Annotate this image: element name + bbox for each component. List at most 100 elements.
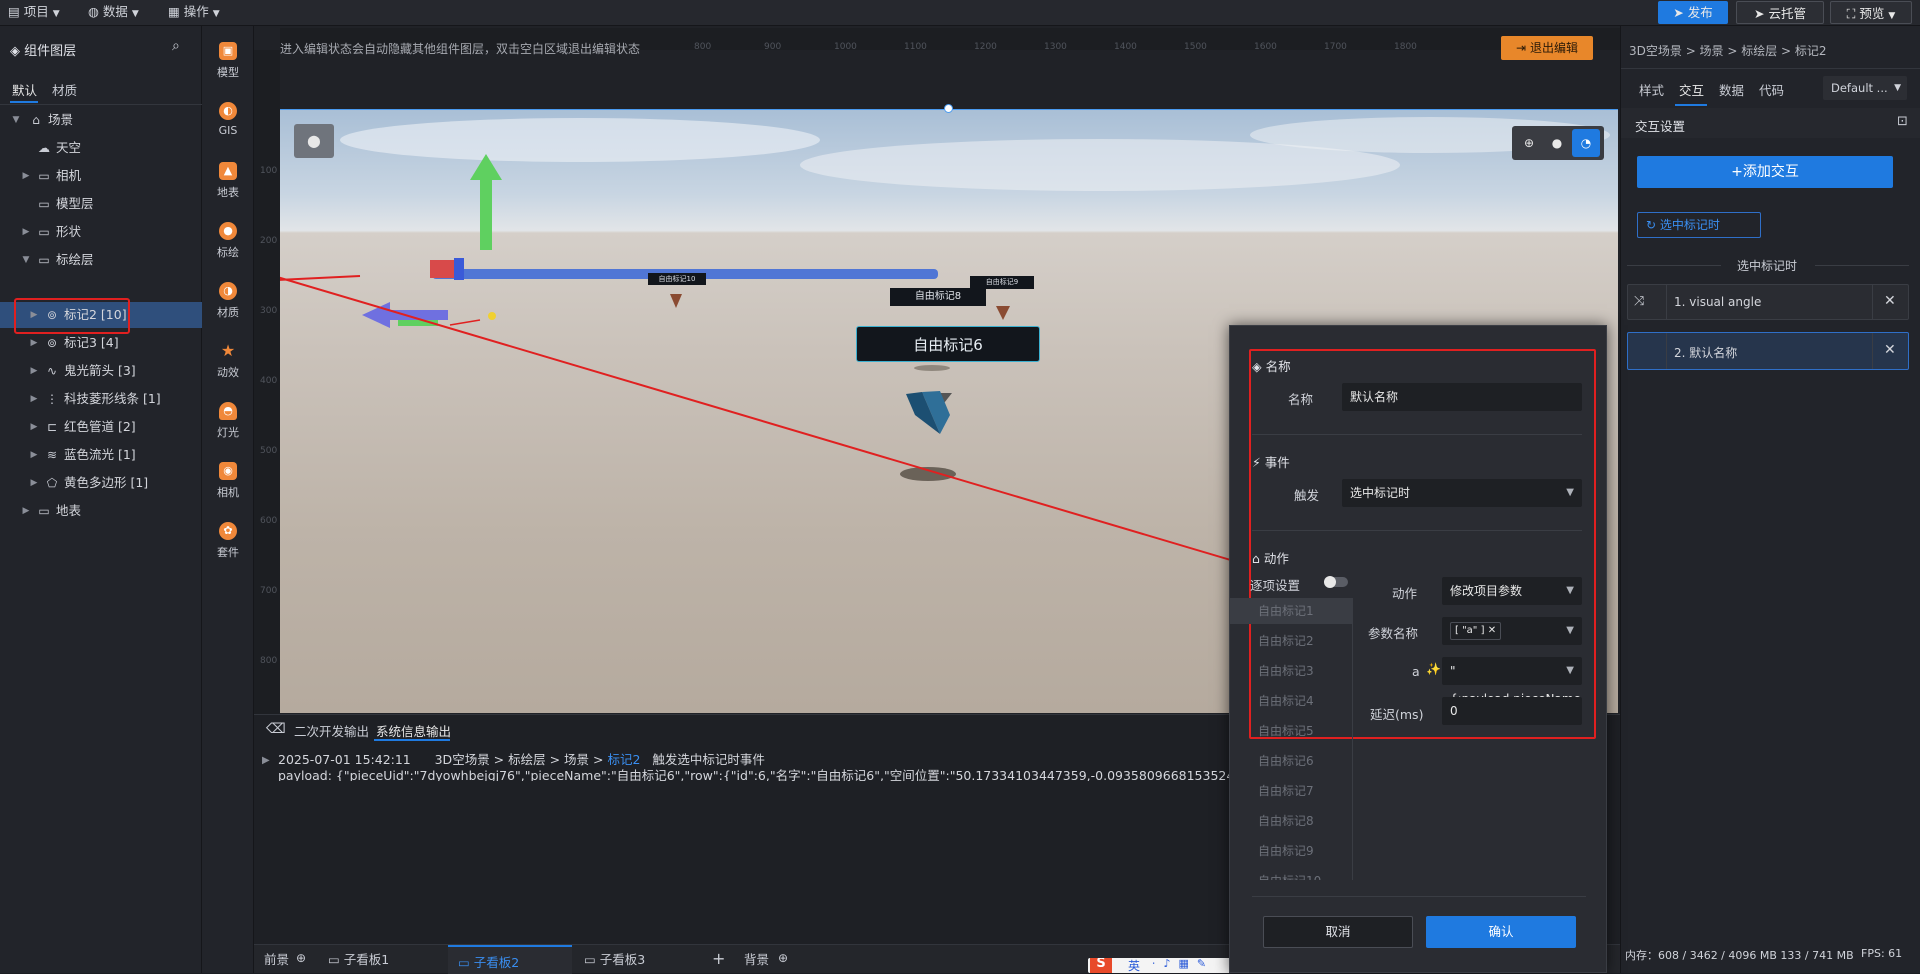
preview-button[interactable]: ⛶ 预览 ▼ — [1830, 1, 1912, 24]
console-tab-system[interactable]: 系统信息输出 — [376, 721, 451, 740]
tree-item-ghost-arrow[interactable]: ▶ ∿ 鬼光箭头 [3] — [0, 358, 202, 384]
target-item[interactable]: 自由标记8 — [1230, 808, 1330, 834]
orbit-icon[interactable]: ◔ — [1572, 129, 1600, 157]
caret-down-icon[interactable]: ▼ — [20, 247, 32, 273]
marker-label-6[interactable]: 自由标记6 — [856, 326, 1040, 362]
caret-right-icon[interactable]: ▶ — [28, 414, 40, 440]
tree-item-shape[interactable]: ▶ ▭ 形状 — [0, 219, 202, 245]
caret-down-icon[interactable]: ▼ — [10, 107, 22, 133]
search-icon[interactable]: ⌕ — [172, 38, 180, 54]
tree-item-sky[interactable]: ☁ 天空 — [0, 135, 202, 161]
param-select[interactable]: [ "a" ] ✕ ▼ — [1442, 617, 1582, 645]
caret-right-icon[interactable]: ▶ — [20, 163, 32, 189]
caret-right-icon[interactable]: ▶ — [28, 330, 40, 356]
location-pin-button[interactable]: ⬤ — [294, 124, 334, 158]
close-icon[interactable]: ✕ — [1884, 293, 1896, 309]
target-item[interactable]: 自由标记5 — [1230, 718, 1330, 744]
board-tab-foreground[interactable]: 前景 — [264, 945, 289, 974]
board-tab-sub1[interactable]: ▭ 子看板1 — [328, 945, 389, 974]
menu-operation[interactable]: ▦ 操作 ▼ — [168, 0, 220, 24]
tool-light[interactable]: ◓ 灯光 — [202, 394, 254, 454]
board-tab-sub3[interactable]: ▭ 子看板3 — [584, 945, 645, 974]
target-item[interactable]: 自由标记2 — [1230, 628, 1330, 654]
sogou-icon[interactable]: S — [1090, 958, 1112, 973]
target-item[interactable]: 自由标记9 — [1230, 838, 1330, 864]
add-icon[interactable]: ⊕ — [296, 951, 306, 965]
target-item[interactable]: 自由标记4 — [1230, 688, 1330, 714]
tree-item-yellow-polygon[interactable]: ▶ ⬠ 黄色多边形 [1] — [0, 470, 202, 496]
board-tab-sub2-active[interactable]: ▭ 子看板2 — [448, 945, 572, 974]
tab-interaction[interactable]: 交互 — [1679, 80, 1704, 99]
per-item-toggle[interactable] — [1324, 576, 1348, 588]
tool-ground[interactable]: ▲ 地表 — [202, 154, 254, 214]
plus-icon[interactable]: + — [712, 949, 725, 968]
target-item[interactable]: 自由标记1 — [1230, 598, 1352, 624]
close-icon[interactable]: ✕ — [1488, 625, 1496, 636]
tab-material[interactable]: 材质 — [52, 80, 77, 99]
tree-item-scene[interactable]: ▼ ⌂ 场景 — [0, 107, 202, 133]
caret-right-icon[interactable]: ▶ — [20, 498, 32, 524]
cloud-hosting-button[interactable]: ➤ 云托管 — [1736, 1, 1824, 24]
tab-data[interactable]: 数据 — [1719, 80, 1744, 99]
interaction-item-selected[interactable]: 2. 默认名称 ✕ — [1627, 332, 1909, 370]
action-select[interactable]: 修改项目参数 ▼ — [1442, 577, 1582, 605]
tree-item-tech-line[interactable]: ▶ ⋮ 科技菱形线条 [1] — [0, 386, 202, 412]
menu-data[interactable]: ◍ 数据 ▼ — [88, 0, 139, 24]
caret-right-icon[interactable]: ▶ — [20, 219, 32, 245]
caret-right-icon[interactable]: ▶ — [28, 386, 40, 412]
close-icon[interactable]: ✕ — [1884, 342, 1896, 358]
interaction-item[interactable]: ⤨ 1. visual angle ✕ — [1627, 284, 1909, 320]
tree-item-label: 蓝色流光 [1] — [64, 447, 136, 462]
caret-right-icon[interactable]: ▶ — [28, 470, 40, 496]
tree-item-red-pipe[interactable]: ▶ ⊏ 红色管道 [2] — [0, 414, 202, 440]
add-icon[interactable]: ⊕ — [778, 951, 788, 965]
tab-default[interactable]: 默认 — [12, 80, 37, 99]
tree-item-marker3[interactable]: ▶ ⊚ 标记3 [4] — [0, 330, 202, 356]
resize-handle[interactable] — [944, 104, 953, 113]
trigger-select[interactable]: 选中标记时 ▼ — [1342, 479, 1582, 507]
globe-icon[interactable]: ⊕ — [1518, 132, 1540, 154]
expand-icon[interactable]: ▶ — [262, 755, 270, 766]
marker-label-small[interactable]: 自由标记9 — [970, 276, 1034, 289]
publish-button[interactable]: ➤ 发布 — [1658, 1, 1728, 24]
trigger-tag[interactable]: ↻ 选中标记时 — [1637, 212, 1761, 238]
confirm-button[interactable]: 确认 — [1426, 916, 1576, 948]
target-item[interactable]: 自由标记7 — [1230, 778, 1330, 804]
ime-lang[interactable]: 英 — [1128, 958, 1140, 973]
tool-plot[interactable]: ● 标绘 — [202, 214, 254, 274]
cancel-button[interactable]: 取消 — [1263, 916, 1413, 948]
tree-item-model-layer[interactable]: ▭ 模型层 — [0, 191, 202, 217]
tree-item-blue-flow[interactable]: ▶ ≋ 蓝色流光 [1] — [0, 442, 202, 468]
clear-icon[interactable]: ⌫ — [266, 721, 286, 737]
marker-label-small[interactable]: 自由标记10 — [648, 273, 706, 285]
console-tab-dev[interactable]: 二次开发输出 — [294, 721, 369, 740]
a-value-input[interactable]: "{:payload.pieceName▼ — [1442, 657, 1582, 706]
caret-right-icon[interactable]: ▶ — [28, 358, 40, 384]
tool-material[interactable]: ◑ 材质 — [202, 274, 254, 334]
tool-effect[interactable]: ★ 动效 — [202, 334, 254, 394]
add-interaction-button[interactable]: +添加交互 — [1637, 156, 1893, 188]
lock-icon[interactable]: ⊡ — [1897, 114, 1908, 129]
target-item[interactable]: 自由标记6 — [1230, 748, 1330, 774]
tab-code[interactable]: 代码 — [1759, 80, 1784, 99]
tool-model[interactable]: ▣ 模型 — [202, 34, 254, 94]
default-select[interactable]: Default ... ▼ — [1823, 76, 1907, 100]
tool-kit[interactable]: ✿ 套件 — [202, 514, 254, 574]
sphere-icon[interactable]: ● — [1546, 132, 1568, 154]
tab-style[interactable]: 样式 — [1639, 80, 1664, 99]
tree-item-ground[interactable]: ▶ ▭ 地表 — [0, 498, 202, 524]
tree-item-camera[interactable]: ▶ ▭ 相机 — [0, 163, 202, 189]
delay-input[interactable]: 0 — [1442, 697, 1582, 725]
caret-right-icon[interactable]: ▶ — [28, 442, 40, 468]
marker-label-8[interactable]: 自由标记8 — [890, 288, 986, 306]
board-tab-background[interactable]: 背景 — [744, 945, 769, 974]
tree-item-plot-layer[interactable]: ▼ ▭ 标绘层 — [0, 247, 202, 273]
tool-gis[interactable]: ◐ GIS — [202, 94, 254, 154]
menu-project[interactable]: ▤ 项目 ▼ — [8, 0, 60, 24]
target-item[interactable]: 自由标记10 — [1230, 868, 1330, 880]
magic-wand-icon[interactable]: ✨ — [1426, 662, 1441, 676]
name-input[interactable]: 默认名称 — [1342, 383, 1582, 411]
ime-tools-icon[interactable]: ⋅♪▦✎ — [1152, 958, 1214, 970]
target-item[interactable]: 自由标记3 — [1230, 658, 1330, 684]
tool-camera[interactable]: ◉ 相机 — [202, 454, 254, 514]
